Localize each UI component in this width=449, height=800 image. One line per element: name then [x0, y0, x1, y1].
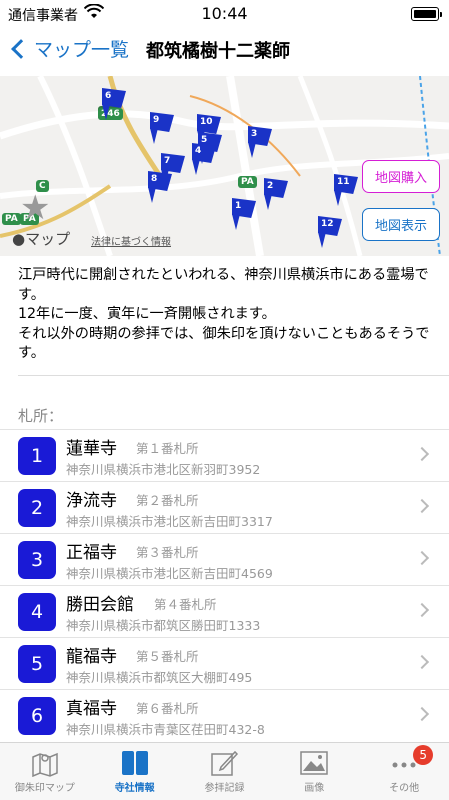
chevron-right-icon	[414, 550, 430, 566]
temple-address: 神奈川県横浜市都筑区大棚町495	[66, 670, 253, 685]
map-pin[interactable]: 1	[228, 198, 256, 232]
show-map-button[interactable]: 地図表示	[362, 208, 440, 241]
number-badge: 5	[18, 645, 56, 683]
chevron-right-icon	[414, 602, 430, 618]
temple-address: 神奈川県横浜市港北区新吉田町3317	[66, 514, 273, 529]
tab-images[interactable]: 画像	[269, 743, 359, 800]
page-title: 都筑橘樹十二薬師	[146, 41, 290, 62]
chevron-right-icon	[414, 706, 430, 722]
book-icon	[120, 749, 150, 777]
temple-name: 正福寺	[66, 543, 117, 563]
maps-attribution: ●マップ	[12, 230, 71, 248]
tab-temple-info[interactable]: 寺社情報	[90, 743, 180, 800]
tab-bar: 御朱印マップ 寺社情報 参拝記録 画像 5 その他	[0, 742, 449, 800]
map-icon	[30, 749, 60, 778]
tab-label: 御朱印マップ	[14, 783, 75, 794]
map-pin[interactable]: 4	[188, 143, 216, 177]
number-badge: 1	[18, 437, 56, 475]
pencil-icon	[209, 749, 239, 777]
chevron-right-icon	[414, 654, 430, 670]
number-badge: 6	[18, 697, 56, 735]
status-bar: 通信事業者 10:44	[0, 0, 449, 28]
chevron-right-icon	[414, 446, 430, 462]
temple-address: 神奈川県横浜市港北区新羽町3952	[66, 462, 261, 477]
tab-label: 参拝記録	[204, 783, 245, 794]
temple-number-label: 第３番札所	[136, 545, 199, 560]
list-item[interactable]: 5 龍福寺 第５番札所 神奈川県横浜市都筑区大棚町495	[0, 637, 449, 689]
map-pin[interactable]: 9	[146, 112, 174, 146]
temple-name: 蓮華寺	[66, 439, 117, 459]
chevron-right-icon	[414, 498, 430, 514]
temple-list: 1 蓮華寺 第１番札所 神奈川県横浜市港北区新羽町3952 2 浄流寺 第２番札…	[0, 429, 449, 741]
chevron-left-icon	[11, 38, 31, 59]
temple-number-label: 第５番札所	[136, 649, 199, 664]
map-view[interactable]: 246 C PA PA PA 6 9 10 5 4 3 7 8 2 1 11 1…	[0, 76, 449, 256]
map-pin[interactable]: 8	[144, 171, 172, 205]
description-line: それ以外の時期の参拝では、御朱印を頂けないこともあるそうです。	[18, 325, 430, 362]
tab-label: 画像	[304, 783, 325, 794]
description-line: 12年に一度、寅年に一斉開帳されます。	[18, 306, 276, 322]
section-label: 札所：	[18, 407, 64, 425]
list-item[interactable]: 2 浄流寺 第２番札所 神奈川県横浜市港北区新吉田町3317	[0, 481, 449, 533]
back-label: マップ一覧	[34, 39, 130, 61]
map-pin[interactable]: 12	[314, 216, 342, 250]
clock: 10:44	[201, 4, 248, 23]
road-sign: PA	[238, 176, 257, 188]
tab-label: 寺社情報	[114, 783, 155, 794]
apple-logo-icon: ●	[12, 230, 26, 248]
description: 江戸時代に開創されたといわれる、神奈川県横浜市にある霊場です。 12年に一度、寅…	[18, 266, 438, 364]
temple-name: 龍福寺	[66, 647, 117, 667]
legal-link[interactable]: 法律に基づく情報	[91, 233, 171, 248]
number-badge: 4	[18, 593, 56, 631]
number-badge: 2	[18, 489, 56, 527]
temple-number-label: 第６番札所	[136, 701, 199, 716]
back-button[interactable]: マップ一覧	[8, 35, 129, 62]
number-badge: 3	[18, 541, 56, 579]
map-pin[interactable]: 3	[244, 126, 272, 160]
description-line: 江戸時代に開創されたといわれる、神奈川県横浜市にある霊場です。	[18, 267, 429, 303]
temple-name: 真福寺	[66, 699, 117, 719]
list-item[interactable]: 6 真福寺 第６番札所 神奈川県横浜市青葉区荏田町432-8	[0, 689, 449, 741]
temple-name: 勝田会館	[66, 595, 134, 615]
map-pin[interactable]: 11	[330, 174, 358, 208]
temple-number-label: 第１番札所	[136, 441, 199, 456]
tab-other[interactable]: 5 その他	[359, 743, 449, 800]
temple-name: 浄流寺	[66, 491, 117, 511]
temple-number-label: 第４番札所	[154, 597, 217, 612]
notification-badge: 5	[413, 745, 434, 765]
divider	[18, 375, 449, 376]
temple-address: 神奈川県横浜市都筑区勝田町1333	[66, 618, 261, 633]
list-item[interactable]: 4 勝田会館 第４番札所 神奈川県横浜市都筑区勝田町1333	[0, 585, 449, 637]
list-item[interactable]: 3 正福寺 第３番札所 神奈川県横浜市港北区新吉田町4569	[0, 533, 449, 585]
navigation-bar: マップ一覧 都筑橘樹十二薬師	[0, 28, 449, 74]
map-pin[interactable]: 2	[260, 178, 288, 212]
temple-address: 神奈川県横浜市港北区新吉田町4569	[66, 566, 273, 581]
tab-goshuin-map[interactable]: 御朱印マップ	[0, 743, 90, 800]
tab-visit-record[interactable]: 参拝記録	[180, 743, 270, 800]
star-icon[interactable]: ★	[20, 188, 50, 228]
list-item[interactable]: 1 蓮華寺 第１番札所 神奈川県横浜市港北区新羽町3952	[0, 429, 449, 481]
image-icon	[299, 749, 329, 777]
map-pin[interactable]: 6	[98, 88, 126, 122]
temple-address: 神奈川県横浜市青葉区荏田町432-8	[66, 722, 265, 737]
road-sign: PA	[2, 213, 21, 225]
buy-map-button[interactable]: 地図購入	[362, 160, 440, 193]
tab-label: その他	[389, 783, 420, 794]
temple-number-label: 第２番札所	[136, 493, 199, 508]
battery-icon	[411, 7, 442, 21]
